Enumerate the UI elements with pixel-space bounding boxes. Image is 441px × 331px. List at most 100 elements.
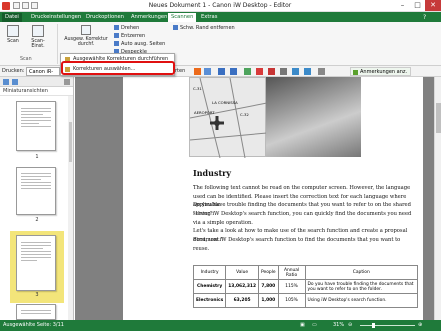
rotate-icon [114,25,119,30]
insert-icon[interactable] [280,68,287,75]
scanner-icon [7,25,19,37]
scan-settings-icon [32,25,44,37]
table-row: Electronics 63,205 1,000 105% Using iW D… [192,293,419,308]
table-cell: 7,800 [258,279,279,294]
scan-settings-button[interactable]: Scan-Einst. [25,25,51,49]
aerial-photo [266,77,361,157]
zoom-in-icon[interactable]: ⊕ [418,320,422,331]
expand-icon[interactable] [194,68,201,75]
thumbnail-label-2: 2 [35,217,39,223]
annotation-icon [353,70,358,75]
zoom-out-icon[interactable]: ⊖ [348,320,352,331]
thumbnail-page-2[interactable] [16,167,56,215]
table-header: Annual Ratio [277,265,306,280]
fit-page-icon[interactable]: ▣ [300,320,305,331]
highlight-box [61,61,175,75]
list-view-icon[interactable] [12,79,18,85]
thumbnail-page-3[interactable] [16,235,56,291]
drehen-button[interactable]: Drehen [114,25,139,32]
document-paragraph-3: "Using iW Desktop's search function, you… [193,211,412,226]
more-icon[interactable] [318,68,325,75]
rotate-left-icon[interactable] [292,68,299,75]
rotate-right-icon[interactable] [304,68,311,75]
tab-extras[interactable]: Extras [198,13,220,22]
document-page: C-31 LA CORNISSA AEROPORT C-32 Industry … [123,77,423,320]
thumbnail-label-1: 1 [35,154,39,160]
cut-icon[interactable] [268,68,275,75]
redo-icon[interactable] [31,2,38,9]
table-row: Chemistry 13,062,312 7,800 115% Do you h… [192,279,419,294]
help-icon[interactable]: ? [420,13,429,22]
status-bar: Ausgewählte Seite: 3/11 ▣ ▭ 31% ⊖ ⊕ [0,320,441,331]
sidebar-scroll-thumb[interactable] [69,122,72,162]
table-header: People [258,265,279,280]
window-title: Neues Dokument 1 - Canon iW Desktop - Ed… [148,2,292,9]
zoom-slider-handle[interactable] [372,323,375,328]
undo-arrow-icon[interactable] [218,68,225,75]
pin-icon[interactable] [64,79,70,85]
map-image: C-31 LA CORNISSA AEROPORT C-32 [189,77,268,159]
save-icon[interactable] [13,2,20,9]
table-cell: Do you have trouble finding the document… [304,279,419,294]
status-selected-page: Ausgewählte Seite: 3/11 [3,322,64,328]
undo-icon[interactable] [22,2,29,9]
annotations-toggle-button[interactable]: Anmerkungen anz. [350,67,412,76]
table-cell: Chemistry [192,279,227,294]
map-label-aeroport: AEROPORT [194,110,215,115]
tab-datei[interactable]: Datei [2,13,22,22]
group-label-scan: Scan [20,57,32,62]
thumbnail-sidebar: Miniaturansichten 1 2 3 [0,77,74,320]
document-heading: Industry [193,168,232,178]
map-label-cornissa: LA CORNISSA [212,100,238,105]
fit-width-icon[interactable]: ▭ [312,320,317,331]
document-viewer[interactable]: C-31 LA CORNISSA AEROPORT C-32 Industry … [75,77,434,320]
app-icon [2,2,10,10]
printer-select[interactable]: Canon iR-ADV [26,67,60,83]
page-icon[interactable] [244,68,251,75]
deskew-icon [114,33,119,38]
table-header: Industry [192,265,227,280]
document-paragraph-5: First, use iW Desktop's search function … [193,237,401,252]
table-header-row: Industry Value People Annual Ratio Capti… [192,265,419,280]
tab-anmerkungen[interactable]: Anmerkungen [128,13,170,22]
table-header: Value [225,265,259,280]
table-cell: 1,000 [258,293,279,308]
table-cell: 115% [277,279,306,294]
table-cell: Electronics [192,293,227,308]
zoom-slider-track[interactable] [360,325,415,326]
tab-druckeinstellungen[interactable]: Druckeinstellungen [28,13,84,22]
table-cell: Using iW Desktop's search function. [304,293,419,308]
fit-icon[interactable] [204,68,211,75]
entzerren-button[interactable]: Entzerren [114,33,145,40]
ausgew-korrektur-button[interactable]: Ausgew. Korrektur durchf. [62,25,110,47]
drucken-label: Drucken: [2,68,25,74]
schw-rand-button[interactable]: Schw. Rand entfernen [173,25,235,32]
table-cell: 63,205 [225,293,259,308]
tab-druckoptionen[interactable]: Druckoptionen [83,13,127,22]
tab-scannen[interactable]: Scannen [168,13,197,22]
title-bar: Neues Dokument 1 - Canon iW Desktop - Ed… [0,0,441,12]
document-scroll-thumb[interactable] [436,103,441,133]
ribbon-tabs: Datei Druckeinstellungen Druckoptionen A… [0,12,441,22]
table-cell: 13,062,312 [225,279,259,294]
sidebar-scrollbar[interactable] [68,96,73,320]
auto-ausg-button[interactable]: Auto ausg. Seiten [114,41,165,48]
redo-arrow-icon[interactable] [230,68,237,75]
thumbnail-view-icon[interactable] [3,79,9,85]
thumbnail-label-3: 3 [35,292,39,298]
delete-icon[interactable] [256,68,263,75]
maximize-icon[interactable]: □ [410,0,425,11]
map-label-c31: C-31 [193,86,202,91]
close-icon[interactable]: ✕ [425,0,441,11]
scan-button[interactable]: Scan [3,25,23,44]
ribbon-separator [57,24,58,64]
correction-icon [81,25,91,35]
map-label-c32: C-32 [240,112,249,117]
minimize-icon[interactable]: – [395,0,410,11]
sidebar-toolbar [0,77,73,87]
thumbnail-page-4[interactable] [16,304,56,320]
document-scrollbar[interactable] [434,77,441,320]
table-header: Caption [304,265,419,280]
thumbnail-page-1[interactable] [16,101,56,151]
page-control-label: rten [175,68,186,74]
